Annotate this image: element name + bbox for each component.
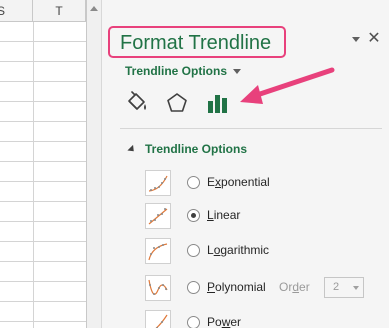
- grid-row[interactable]: [0, 162, 86, 182]
- grid-row[interactable]: [0, 62, 86, 82]
- grid-row[interactable]: [0, 222, 86, 242]
- grid-row[interactable]: [0, 202, 86, 222]
- worksheet-grid[interactable]: S T: [0, 0, 86, 328]
- logarithmic-trend-icon: [145, 238, 171, 264]
- trendline-options-section-header[interactable]: Trendline Options: [127, 141, 248, 157]
- grid-row[interactable]: [0, 302, 86, 322]
- section-title: Trendline Options: [145, 142, 248, 156]
- close-icon[interactable]: ✕: [366, 30, 382, 48]
- grid-row[interactable]: [0, 102, 86, 122]
- format-trendline-pane: Format Trendline ✕ Trendline Options Tre…: [102, 0, 389, 328]
- trendline-option-exponential[interactable]: Exponential: [145, 170, 385, 196]
- exponential-radio[interactable]: [187, 176, 200, 189]
- trendline-options-dropdown[interactable]: Trendline Options: [125, 63, 242, 79]
- power-trend-icon: [145, 310, 171, 328]
- grid-row[interactable]: [0, 122, 86, 142]
- annotation-arrow: [240, 67, 335, 104]
- column-header-s[interactable]: S: [0, 0, 33, 22]
- exponential-trend-icon: [145, 170, 171, 196]
- trendline-option-linear[interactable]: Linear: [145, 203, 385, 229]
- logarithmic-label[interactable]: Logarithmic: [207, 243, 269, 258]
- order-value: 2: [333, 281, 340, 293]
- column-header-t-label: T: [55, 4, 63, 18]
- trendline-option-logarithmic[interactable]: Logarithmic: [145, 238, 385, 264]
- collapse-triangle-icon: [127, 144, 137, 154]
- pane-title: Format Trendline: [120, 32, 272, 54]
- pane-options-chevron-down-icon[interactable]: [352, 37, 360, 42]
- trendline-options-dropdown-label: Trendline Options: [125, 64, 228, 78]
- linear-trend-icon: [145, 203, 171, 229]
- order-spinner[interactable]: 2: [324, 277, 364, 298]
- trendline-option-power[interactable]: Power: [145, 310, 385, 328]
- grid-row[interactable]: [0, 22, 86, 42]
- column-header-s-label: S: [0, 4, 6, 18]
- power-label[interactable]: Power: [207, 315, 241, 328]
- polynomial-trend-icon: [145, 275, 171, 301]
- power-radio[interactable]: [187, 316, 200, 328]
- pentagon-icon[interactable]: [164, 91, 190, 115]
- polynomial-label[interactable]: Polynomial: [207, 280, 266, 295]
- trendline-option-polynomial[interactable]: Polynomial Order 2: [145, 275, 385, 301]
- exponential-label[interactable]: Exponential: [207, 175, 270, 190]
- excel-window: S T Format Trendline ✕ Trendline Options: [0, 0, 389, 328]
- vertical-scrollbar[interactable]: [86, 0, 102, 328]
- column-header-t[interactable]: T: [33, 0, 86, 22]
- grid-row[interactable]: [0, 242, 86, 262]
- spinner-arrow-icon[interactable]: [353, 286, 359, 290]
- grid-row[interactable]: [0, 282, 86, 302]
- grid-row[interactable]: [0, 262, 86, 282]
- grid-row[interactable]: [0, 142, 86, 162]
- grid-row[interactable]: [0, 182, 86, 202]
- bar-chart-icon[interactable]: [205, 91, 231, 115]
- grid-row[interactable]: [0, 82, 86, 102]
- grid-row[interactable]: [0, 42, 86, 62]
- order-label: Order: [279, 280, 310, 294]
- linear-radio[interactable]: [187, 209, 200, 222]
- paint-bucket-icon[interactable]: [124, 91, 150, 115]
- scroll-up-arrow-icon[interactable]: [90, 6, 98, 11]
- polynomial-radio[interactable]: [187, 281, 200, 294]
- divider: [120, 128, 382, 129]
- logarithmic-radio[interactable]: [187, 244, 200, 257]
- linear-label[interactable]: Linear: [207, 208, 240, 223]
